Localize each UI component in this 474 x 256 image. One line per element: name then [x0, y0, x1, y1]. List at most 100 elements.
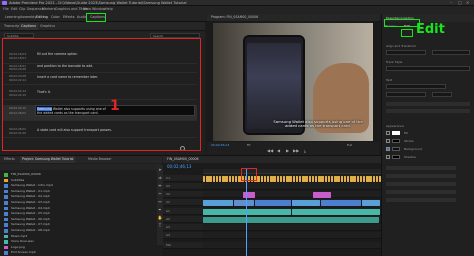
caption-clip[interactable] [347, 175, 350, 182]
caption-clip[interactable] [215, 175, 219, 182]
media-clip[interactable] [203, 199, 233, 206]
caption-clip[interactable] [343, 175, 347, 182]
caption-clip[interactable] [273, 175, 276, 182]
slip-tool-icon[interactable]: ↔ [158, 199, 163, 204]
track-header[interactable]: V3 [163, 183, 203, 190]
caption-clip[interactable] [219, 175, 222, 182]
type-tool-icon[interactable]: T [158, 223, 163, 228]
caption-clip[interactable] [324, 175, 327, 182]
track-header[interactable]: A1 [163, 208, 203, 215]
opacity-slider[interactable] [386, 174, 456, 178]
caption-clip[interactable] [209, 175, 212, 182]
play-icon[interactable]: ▶ [286, 148, 289, 153]
tab-project[interactable]: Project: Samsung Wallet Tutorial [20, 156, 76, 163]
media-clip[interactable] [255, 199, 291, 206]
media-clip[interactable] [292, 208, 380, 215]
caption-clip[interactable] [222, 175, 225, 182]
playhead[interactable] [246, 168, 247, 256]
caption-clip[interactable] [353, 175, 356, 182]
caption-clip[interactable] [359, 175, 363, 182]
caption-clip[interactable] [318, 175, 321, 182]
selection-tool-icon[interactable]: ➤ [158, 167, 163, 172]
font-size-field[interactable] [432, 92, 452, 97]
fill-color-swatch[interactable] [392, 131, 400, 135]
caption-clip[interactable] [289, 175, 292, 182]
caption-clip[interactable] [263, 175, 267, 182]
track-lane[interactable] [203, 232, 381, 239]
caption-clip[interactable] [331, 175, 334, 182]
font-style-select[interactable] [386, 92, 426, 97]
tab-graphics[interactable]: Graphics [38, 23, 57, 30]
track-lane[interactable] [203, 199, 381, 206]
caption-clip[interactable] [231, 175, 235, 182]
project-item[interactable]: End Screen.mp4 [2, 250, 160, 256]
track-lane[interactable] [203, 224, 381, 231]
caption-clip[interactable] [283, 175, 286, 182]
media-clip[interactable] [362, 199, 380, 206]
razor-tool-icon[interactable]: ✂ [158, 191, 163, 196]
track-lane[interactable] [203, 242, 381, 249]
caption-clip[interactable] [366, 175, 369, 182]
caption-clip[interactable] [299, 175, 302, 182]
tab-effects[interactable]: Effects [2, 156, 17, 163]
track-header[interactable]: V1 [163, 199, 203, 206]
fill-checkbox[interactable] [386, 131, 390, 135]
video-frame[interactable]: Samsung Wallet also supports using one o… [213, 23, 373, 141]
caption-clip[interactable] [206, 175, 209, 182]
media-clip[interactable] [292, 199, 320, 206]
pen-tool-icon[interactable]: ✒ [158, 207, 163, 212]
quality-select[interactable]: Full [347, 143, 352, 147]
timeline-timecode[interactable]: 00;02;46;13 [167, 164, 191, 169]
caption-clip[interactable] [225, 175, 228, 182]
caption-clip[interactable] [302, 175, 305, 182]
fit-select[interactable]: Fit [247, 143, 251, 147]
ripple-edit-tool-icon[interactable]: ⇹ [158, 183, 163, 188]
caption-clip[interactable] [340, 175, 343, 182]
caption-clip[interactable] [356, 175, 359, 182]
media-clip[interactable] [234, 199, 254, 206]
caption-clip[interactable] [334, 175, 337, 182]
track-header[interactable]: A3 [163, 224, 203, 231]
caption-clip[interactable] [212, 175, 215, 182]
step-back-icon[interactable]: ◀◀ [267, 148, 273, 153]
caption-clip[interactable] [363, 175, 366, 182]
caption-clip[interactable] [203, 175, 206, 182]
tab-captions[interactable]: Captions [19, 23, 38, 30]
size-slider[interactable] [386, 190, 456, 194]
caption-clip[interactable] [337, 175, 340, 182]
media-clip[interactable] [321, 199, 361, 206]
shadow-color-swatch[interactable] [392, 155, 400, 159]
caption-clip[interactable] [228, 175, 231, 182]
monitor-timecode[interactable]: 00;02;46;13 [211, 143, 229, 147]
caption-clip[interactable] [235, 175, 238, 182]
caption-clip[interactable] [260, 175, 263, 182]
track-header[interactable]: A2 [163, 216, 203, 223]
caption-clip[interactable] [267, 175, 270, 182]
transform-fields[interactable] [432, 50, 470, 55]
caption-clip[interactable] [270, 175, 273, 182]
caption-clip[interactable] [321, 175, 324, 182]
caption-clip[interactable] [375, 175, 379, 182]
workspace-color[interactable]: Color [49, 14, 62, 20]
caption-clip[interactable] [286, 175, 289, 182]
track-header[interactable]: C1 [163, 175, 203, 182]
project-search-bar[interactable] [0, 164, 162, 170]
track-lane[interactable] [203, 208, 381, 215]
media-clip[interactable] [203, 216, 379, 223]
hand-tool-icon[interactable]: ✋ [158, 215, 163, 220]
stroke-checkbox[interactable] [386, 139, 390, 143]
caption-clip[interactable] [369, 175, 372, 182]
caption-clip[interactable] [350, 175, 353, 182]
step-forward-icon[interactable]: ▶▶ [293, 148, 299, 153]
caption-clip[interactable] [305, 175, 308, 182]
media-clip[interactable] [313, 191, 331, 198]
caption-clip[interactable] [257, 175, 260, 182]
text-style-buttons[interactable] [386, 109, 470, 113]
align-buttons[interactable] [386, 50, 426, 55]
export-frame-icon[interactable]: ⤓ [304, 148, 306, 153]
distance-slider[interactable] [386, 182, 456, 186]
shadow-checkbox[interactable] [386, 155, 390, 159]
track-header[interactable]: V2 [163, 191, 203, 198]
track-style-select[interactable] [386, 66, 470, 71]
text-align-buttons[interactable] [386, 102, 470, 106]
